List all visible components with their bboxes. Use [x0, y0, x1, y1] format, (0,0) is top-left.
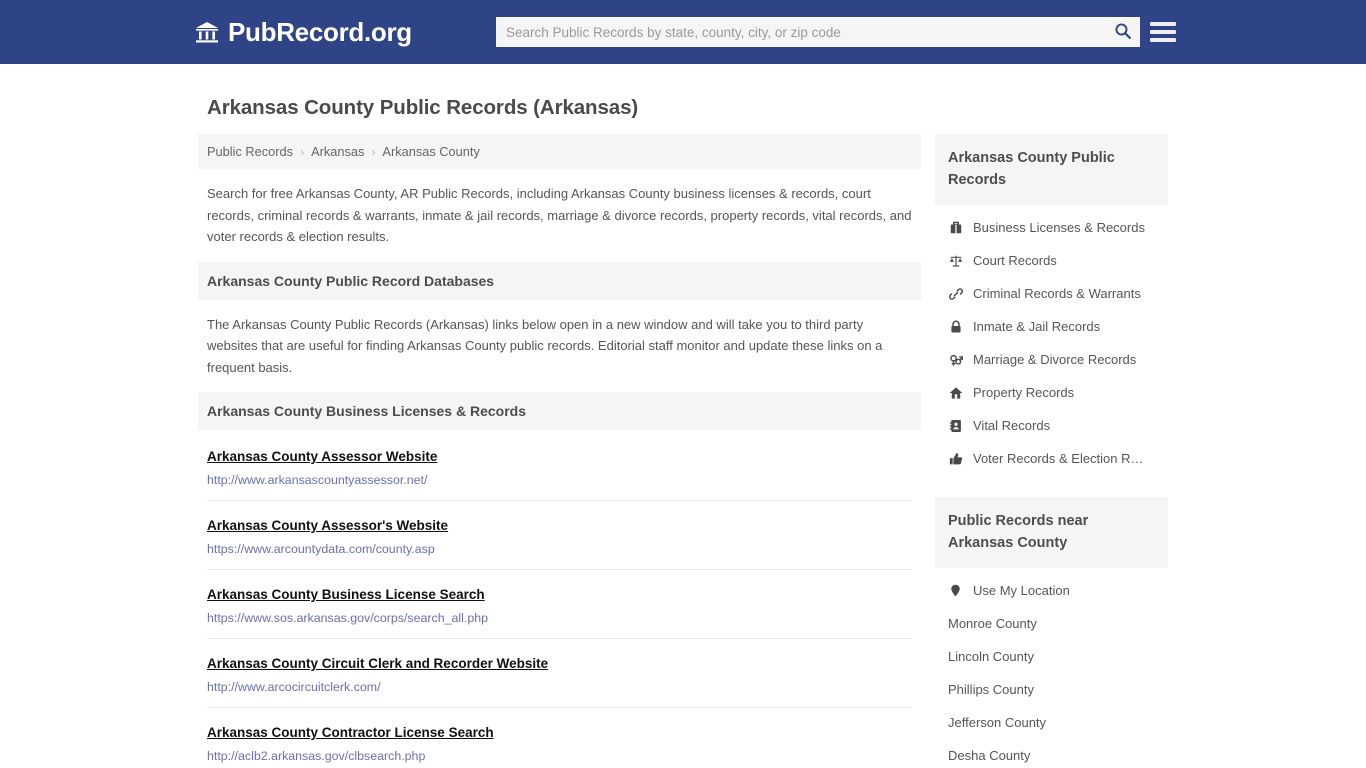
sidebar-item-label: Inmate & Jail Records: [973, 319, 1101, 334]
sidebar-item-court-records[interactable]: Court Records: [935, 244, 1168, 277]
breadcrumb: Public Records › Arkansas › Arkansas Cou…: [198, 134, 921, 169]
breadcrumb-item-public-records[interactable]: Public Records: [207, 144, 293, 159]
sidebar: Arkansas County Public Records Business: [935, 134, 1168, 768]
sidebar-item-label: Vital Records: [973, 418, 1051, 433]
sidebar-item-label: Jefferson County: [948, 715, 1047, 730]
record-link-list: Arkansas County Assessor Website http://…: [198, 430, 921, 768]
list-item: Arkansas County Business License Search …: [207, 570, 912, 639]
briefcase-icon: [948, 220, 963, 235]
breadcrumb-separator-icon: ›: [300, 144, 305, 159]
breadcrumb-item-arkansas[interactable]: Arkansas: [311, 144, 364, 159]
sidebar-nearby-list: Use My Location Monroe County Lincoln Co…: [935, 568, 1168, 768]
sidebar-records-heading: Arkansas County Public Records: [935, 134, 1168, 205]
sidebar-item-label: Criminal Records & Warrants: [973, 286, 1141, 301]
venus-mars-icon: [948, 352, 963, 367]
record-link-title[interactable]: Arkansas County Assessor Website: [207, 449, 437, 464]
breadcrumb-separator-icon: ›: [371, 144, 376, 159]
sidebar-records-block: Arkansas County Public Records Business: [935, 134, 1168, 481]
sidebar-item-phillips-county[interactable]: Phillips County: [935, 673, 1168, 706]
record-link-title[interactable]: Arkansas County Circuit Clerk and Record…: [207, 656, 548, 671]
sidebar-item-use-my-location[interactable]: Use My Location: [935, 574, 1168, 607]
sidebar-nearby-block: Public Records near Arkansas County Use …: [935, 497, 1168, 768]
page-title: Arkansas County Public Records (Arkansas…: [207, 96, 639, 119]
list-item: Arkansas County Assessor's Website https…: [207, 501, 912, 570]
record-link-url[interactable]: http://www.arkansascountyassessor.net/: [207, 473, 912, 487]
balance-scale-icon: [948, 253, 963, 268]
sidebar-item-label: Desha County: [948, 748, 1031, 763]
menu-bar-2: [1150, 30, 1176, 34]
sidebar-item-criminal-records[interactable]: Criminal Records & Warrants: [935, 277, 1168, 310]
record-link-url[interactable]: https://www.arcountydata.com/county.asp: [207, 542, 912, 556]
home-icon: [948, 385, 963, 400]
two-column-layout: Public Records › Arkansas › Arkansas Cou…: [198, 134, 1168, 768]
sidebar-item-monroe-county[interactable]: Monroe County: [935, 607, 1168, 640]
databases-section-heading: Arkansas County Public Record Databases: [198, 261, 921, 300]
list-item: Arkansas County Assessor Website http://…: [207, 430, 912, 501]
bank-building-icon: [194, 19, 220, 45]
sidebar-item-label: Marriage & Divorce Records: [973, 352, 1137, 367]
sidebar-item-voter-records[interactable]: Voter Records & Election R…: [935, 442, 1168, 475]
sidebar-item-vital-records[interactable]: Vital Records: [935, 409, 1168, 442]
sidebar-item-inmate-jail-records[interactable]: Inmate & Jail Records: [935, 310, 1168, 343]
page-body: Arkansas County Public Records (Arkansas…: [0, 64, 1366, 768]
id-card-icon: [948, 418, 963, 433]
record-link-url[interactable]: http://www.arcocircuitclerk.com/: [207, 680, 912, 694]
sidebar-item-label: Court Records: [973, 253, 1057, 268]
sidebar-item-marriage-divorce-records[interactable]: Marriage & Divorce Records: [935, 343, 1168, 376]
list-item: Arkansas County Contractor License Searc…: [207, 708, 912, 768]
sidebar-item-label: Voter Records & Election R…: [973, 451, 1144, 466]
thumbs-up-icon: [948, 451, 963, 466]
main-column: Public Records › Arkansas › Arkansas Cou…: [198, 134, 921, 768]
hamburger-menu-icon[interactable]: [1150, 18, 1178, 46]
sidebar-item-business-licenses[interactable]: Business Licenses & Records: [935, 211, 1168, 244]
lock-icon: [948, 319, 963, 334]
sidebar-nearby-heading: Public Records near Arkansas County: [935, 497, 1168, 568]
databases-section-body: The Arkansas County Public Records (Arka…: [207, 316, 883, 375]
site-logo-text: PubRecord.org: [228, 17, 412, 47]
breadcrumb-item-arkansas-county[interactable]: Arkansas County: [382, 144, 479, 159]
search-button[interactable]: [1106, 17, 1140, 47]
site-header: PubRecord.org: [0, 0, 1366, 64]
record-link-url[interactable]: http://aclb2.arkansas.gov/clbsearch.php: [207, 749, 912, 763]
menu-bar-1: [1150, 22, 1176, 26]
record-link-title[interactable]: Arkansas County Business License Search: [207, 587, 485, 602]
record-link-title[interactable]: Arkansas County Assessor's Website: [207, 518, 448, 533]
content-container: Arkansas County Public Records (Arkansas…: [198, 96, 1168, 768]
business-licenses-section-heading: Arkansas County Business Licenses & Reco…: [198, 392, 921, 430]
sidebar-item-label: Use My Location: [973, 583, 1070, 598]
sidebar-item-jefferson-county[interactable]: Jefferson County: [935, 706, 1168, 739]
sidebar-item-property-records[interactable]: Property Records: [935, 376, 1168, 409]
sidebar-item-label: Property Records: [973, 385, 1075, 400]
sidebar-records-list: Business Licenses & Records Court Record…: [935, 205, 1168, 481]
map-pin-icon: [948, 583, 963, 598]
sidebar-item-lincoln-county[interactable]: Lincoln County: [935, 640, 1168, 673]
list-item: Arkansas County Circuit Clerk and Record…: [207, 639, 912, 708]
search-icon: [1114, 22, 1132, 43]
sidebar-item-desha-county[interactable]: Desha County: [935, 739, 1168, 768]
search-bar: [496, 17, 1140, 47]
record-link-url[interactable]: https://www.sos.arkansas.gov/corps/searc…: [207, 611, 912, 625]
search-input[interactable]: [496, 18, 1106, 46]
sidebar-item-label: Business Licenses & Records: [973, 220, 1145, 235]
chain-link-icon: [948, 286, 963, 301]
intro-paragraph: Search for free Arkansas County, AR Publ…: [207, 186, 912, 244]
sidebar-item-label: Phillips County: [948, 682, 1034, 697]
record-link-title[interactable]: Arkansas County Contractor License Searc…: [207, 725, 494, 740]
menu-bar-3: [1150, 38, 1176, 42]
site-logo[interactable]: PubRecord.org: [194, 19, 412, 45]
sidebar-item-label: Monroe County: [948, 616, 1037, 631]
sidebar-item-label: Lincoln County: [948, 649, 1034, 664]
